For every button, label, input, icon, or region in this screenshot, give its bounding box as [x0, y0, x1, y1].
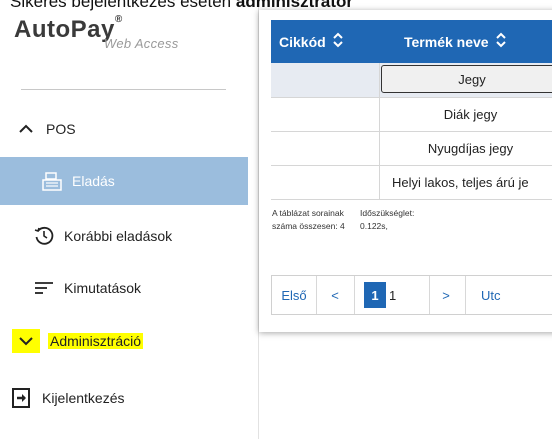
sidebar: AutoPay® Web Access POS Eladás Korábbi e… [0, 0, 262, 439]
sidebar-item-label: Adminisztráció [48, 333, 144, 349]
logout-icon [10, 386, 34, 410]
cash-register-icon [40, 169, 64, 193]
sort-icon [495, 32, 507, 51]
column-header-termek-neve[interactable]: Termék neve [404, 20, 507, 63]
filter-input-termek-neve[interactable]: Jegy [381, 65, 552, 93]
time-label: Időszükséglet: 0.122s, [360, 208, 415, 231]
pagination: Első < 1 1 > Utc [271, 275, 552, 315]
history-icon [32, 224, 56, 248]
filter-cell-cikkod[interactable] [271, 63, 380, 97]
pager-first-button[interactable]: Első [272, 276, 317, 314]
sidebar-item-label: Kijelentkezés [42, 390, 125, 406]
sidebar-item-kijelentkezes[interactable]: Kijelentkezés [0, 376, 248, 420]
sidebar-item-eladas[interactable]: Eladás [0, 157, 248, 205]
sidebar-item-label: Kimutatások [64, 280, 142, 296]
sidebar-item-label: Korábbi eladások [64, 228, 173, 244]
column-header-cikkod[interactable]: Cikkód [279, 20, 344, 63]
table-cell-name: Diák jegy [443, 106, 498, 122]
row-count-label: A táblázat sorainak száma összesen: 4 [272, 208, 345, 231]
filter-row: Jegy [271, 63, 552, 98]
sidebar-item-pos[interactable]: POS [0, 107, 248, 151]
table-header: Cikkód Termék neve [271, 20, 552, 63]
sidebar-item-label: POS [46, 121, 76, 137]
table-cell-code [271, 165, 380, 199]
sort-icon [332, 32, 344, 51]
table-cell-code [271, 97, 380, 131]
chevron-down-icon [12, 329, 40, 353]
pager-next-button[interactable]: > [427, 276, 466, 314]
table-cell-name: Nyugdíjas jegy [427, 140, 514, 156]
table-row[interactable]: Diák jegy [271, 97, 552, 132]
list-lines-icon [32, 276, 56, 300]
table-cell-name: Helyi lakos, teljes árú je [392, 174, 529, 190]
sidebar-item-label: Eladás [72, 173, 115, 189]
table-cell-code [271, 131, 380, 165]
pager-current-page[interactable]: 1 [364, 282, 386, 308]
pager-total-pages: 1 [387, 276, 430, 314]
sidebar-divider [21, 89, 226, 90]
table-row[interactable]: Nyugdíjas jegy [271, 131, 552, 166]
pager-last-button[interactable]: Utc [465, 276, 541, 314]
sidebar-item-kimutatasok[interactable]: Kimutatások [0, 266, 248, 310]
page-caption: Sikeres bejelentkezés esetén adminisztrá… [10, 0, 353, 11]
sidebar-item-adminisztracio[interactable]: Adminisztráció [0, 319, 248, 363]
table-row[interactable]: Helyi lakos, teljes árú je [271, 165, 552, 200]
chevron-up-icon [14, 117, 38, 141]
pager-prev-button[interactable]: < [316, 276, 355, 314]
sidebar-item-korabbi-eladasok[interactable]: Korábbi eladások [0, 214, 248, 258]
logo-subtitle: Web Access [104, 36, 179, 51]
product-table-panel: Cikkód Termék neve Jegy Diák jegy Nyugdí… [259, 10, 552, 332]
